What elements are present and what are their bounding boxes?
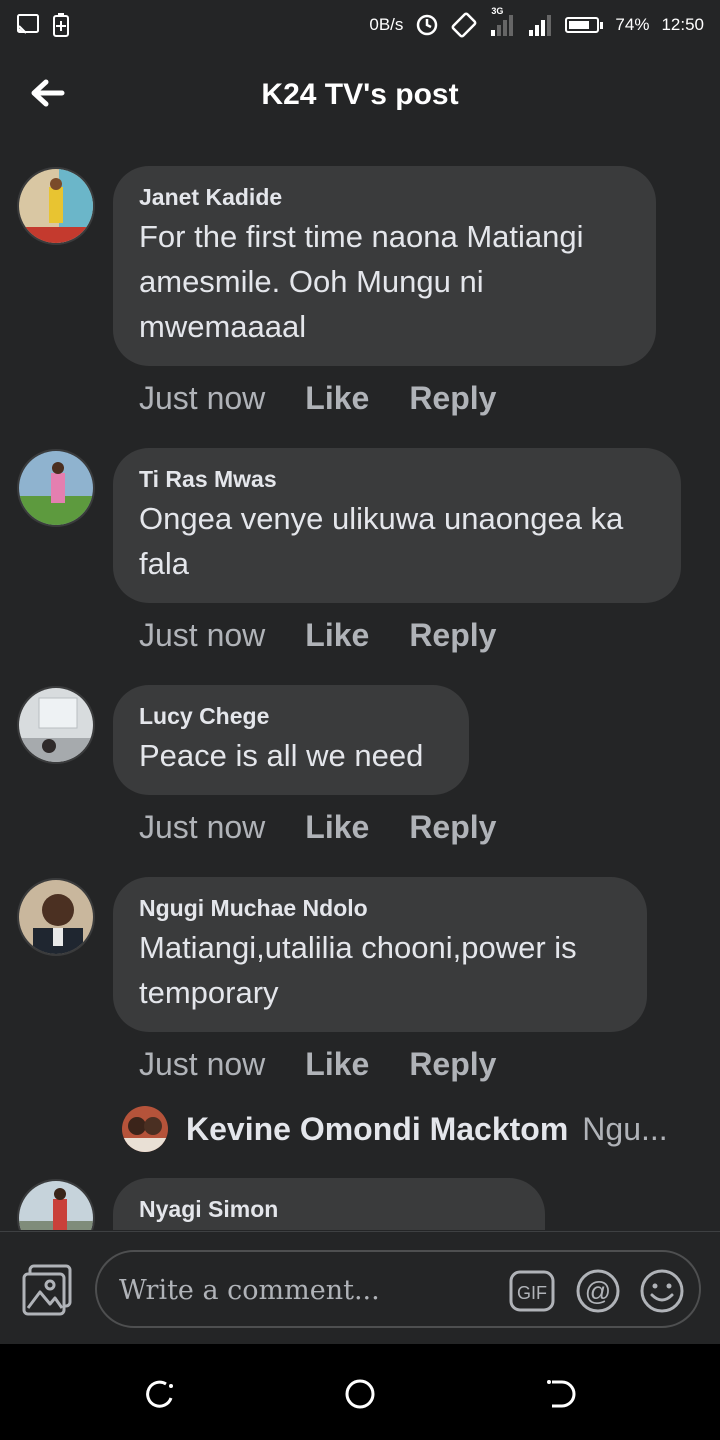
page-title: K24 TV's post — [261, 78, 459, 111]
battery-saver-icon — [52, 12, 70, 38]
comment-bubble[interactable]: Nyagi Simon — [113, 1178, 545, 1230]
comment-author[interactable]: Lucy Chege — [139, 701, 443, 731]
comment-text: Matiangi,utalilia chooni,power is tempor… — [139, 930, 577, 1010]
reply-button[interactable]: Reply — [409, 1046, 496, 1083]
comment-text: For the first time naona Matiangi amesmi… — [139, 219, 584, 344]
comment-bubble[interactable]: Ngugi Muchae Ndolo Matiangi,utalilia cho… — [113, 877, 647, 1032]
comment-time[interactable]: Just now — [139, 617, 265, 654]
comment-actions: Just now Like Reply — [139, 809, 496, 846]
battery-fill — [569, 21, 589, 29]
mention-label: @ — [585, 1276, 611, 1306]
comment-time[interactable]: Just now — [139, 380, 265, 417]
at-icon: @ — [576, 1269, 620, 1313]
photo-icon — [22, 1264, 72, 1316]
home-button[interactable] — [342, 1376, 378, 1412]
back-system-button[interactable] — [542, 1376, 578, 1412]
signal-3g-icon: 3G — [489, 6, 515, 36]
status-bar: 0B/s 3G 74% 12:50 — [0, 0, 720, 50]
recents-button[interactable] — [142, 1376, 178, 1412]
comment-author[interactable]: Ngugi Muchae Ndolo — [139, 893, 621, 923]
comment-bubble[interactable]: Lucy Chege Peace is all we need — [113, 685, 469, 795]
post-header: K24 TV's post — [0, 60, 720, 132]
comment-author[interactable]: Janet Kadide — [139, 182, 630, 212]
battery-percent: 74% — [615, 15, 650, 34]
gif-label: GIF — [517, 1283, 547, 1303]
reply-button[interactable]: Reply — [409, 617, 496, 654]
avatar[interactable] — [17, 878, 95, 956]
back-icon — [547, 1380, 576, 1408]
reply-snippet: Ngu... — [582, 1110, 668, 1147]
comment-text: Ongea venye ulikuwa unaongea ka fala — [139, 501, 624, 581]
comment-time[interactable]: Just now — [139, 809, 265, 846]
mention-button[interactable]: @ — [575, 1268, 621, 1314]
auto-rotate-icon — [451, 12, 477, 38]
comment-text: Peace is all we need — [139, 738, 424, 773]
avatar[interactable] — [17, 167, 95, 245]
comment-author[interactable]: Ti Ras Mwas — [139, 464, 655, 494]
comment-list[interactable]: Janet Kadide For the first time naona Ma… — [0, 160, 720, 1230]
comment-input[interactable] — [117, 1266, 491, 1314]
like-button[interactable]: Like — [305, 809, 369, 846]
battery-icon — [565, 17, 604, 33]
net-speed: 0B/s — [369, 15, 404, 34]
signal-icon — [527, 14, 553, 36]
avatar — [122, 1106, 168, 1152]
emoji-button[interactable] — [639, 1268, 685, 1314]
home-icon — [345, 1379, 375, 1409]
comment-actions: Just now Like Reply — [139, 617, 496, 654]
photo-button[interactable] — [20, 1262, 76, 1318]
smiley-icon — [640, 1269, 684, 1313]
reply-author[interactable]: Kevine Omondi Macktom — [186, 1111, 568, 1148]
clock: 12:50 — [661, 15, 704, 34]
comment-bubble[interactable]: Ti Ras Mwas Ongea venye ulikuwa unaongea… — [113, 448, 681, 603]
comment-actions: Just now Like Reply — [139, 380, 496, 417]
data-usage-icon — [415, 13, 439, 37]
comment-field[interactable]: GIF @ — [95, 1250, 701, 1328]
comment-bubble[interactable]: Janet Kadide For the first time naona Ma… — [113, 166, 656, 366]
gif-icon: GIF — [509, 1270, 555, 1312]
like-button[interactable]: Like — [305, 617, 369, 654]
like-button[interactable]: Like — [305, 380, 369, 417]
avatar[interactable] — [17, 449, 95, 527]
like-button[interactable]: Like — [305, 1046, 369, 1083]
reply-button[interactable]: Reply — [409, 809, 496, 846]
avatar[interactable] — [17, 686, 95, 764]
reply-preview[interactable]: Kevine Omondi Macktom Ngu... — [122, 1106, 668, 1152]
gif-button[interactable]: GIF — [509, 1268, 555, 1314]
reply-button[interactable]: Reply — [409, 380, 496, 417]
comment-author[interactable]: Nyagi Simon — [139, 1194, 519, 1224]
recents-icon — [146, 1380, 173, 1408]
network-type: 3G — [491, 6, 504, 16]
comment-time[interactable]: Just now — [139, 1046, 265, 1083]
comment-composer: GIF @ — [0, 1231, 720, 1345]
cast-icon — [16, 12, 40, 38]
comment-actions: Just now Like Reply — [139, 1046, 496, 1083]
system-nav-bar — [0, 1344, 720, 1440]
avatar[interactable] — [17, 1179, 95, 1230]
